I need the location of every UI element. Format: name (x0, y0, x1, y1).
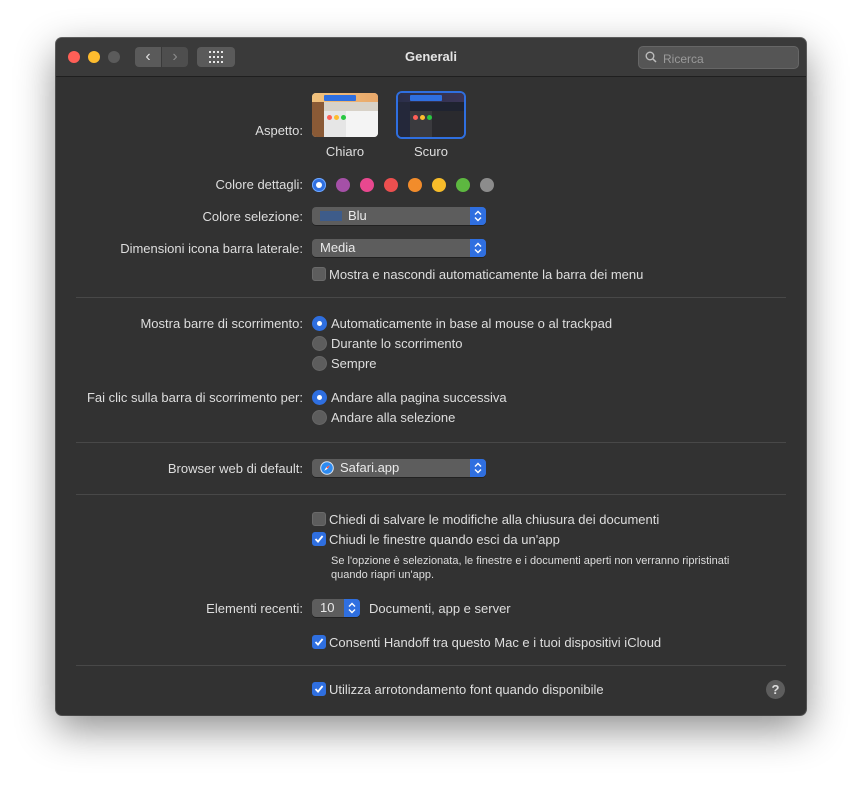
handoff-checkbox[interactable] (312, 635, 326, 649)
accent-selected-dot (316, 182, 322, 188)
sidebar-icon-size-popup[interactable]: Media (312, 239, 486, 257)
handoff-label: Consenti Handoff tra questo Mac e i tuoi… (329, 635, 662, 650)
click-scroll-next-page-label: Andare alla pagina successiva (331, 390, 507, 405)
accent-color-swatch[interactable] (480, 178, 494, 192)
recent-items-popup[interactable]: 10 (312, 599, 360, 617)
scroll-bars-always-radio[interactable] (312, 356, 327, 371)
separator (76, 494, 786, 495)
separator (76, 442, 786, 443)
default-browser-label: Browser web di default: (167, 461, 303, 476)
appearance-dark-thumbnail[interactable] (398, 93, 464, 137)
accent-color-swatch[interactable] (456, 178, 470, 192)
ask-save-checkbox[interactable] (312, 512, 326, 526)
auto-hide-menu-checkbox[interactable] (312, 267, 326, 281)
default-browser-value: Safari.app (340, 460, 400, 475)
highlight-color-popup[interactable]: Blu (312, 207, 486, 225)
recent-items-value: 10 (320, 600, 335, 615)
close-windows-checkbox[interactable] (312, 532, 326, 546)
font-smoothing-label: Utilizza arrotondamento font quando disp… (329, 682, 604, 697)
sidebar-icon-size-label: Dimensioni icona barra laterale: (120, 241, 303, 256)
system-preferences-window: ‹ › Generali Aspetto: (56, 38, 806, 715)
search-icon (645, 51, 657, 63)
appearance-light-thumbnail[interactable] (312, 93, 378, 137)
ask-save-label: Chiedi di salvare le modifiche alla chiu… (329, 512, 660, 527)
click-scroll-spot-radio[interactable] (312, 410, 327, 425)
accent-color-swatch[interactable] (408, 178, 422, 192)
popup-arrows-icon (470, 207, 486, 225)
accent-color-swatch[interactable] (384, 178, 398, 192)
default-browser-popup[interactable]: Safari.app (312, 459, 486, 477)
appearance-label: Aspetto: (255, 123, 303, 138)
checkmark-icon (314, 638, 324, 646)
search-field[interactable] (638, 46, 799, 69)
recent-items-label: Elementi recenti: (206, 601, 303, 616)
close-windows-label: Chiudi le finestre quando esci da un'app (329, 532, 560, 547)
search-input[interactable] (661, 49, 795, 68)
scroll-bars-label: Mostra barre di scorrimento: (140, 316, 303, 331)
separator (76, 665, 786, 666)
titlebar: ‹ › Generali (56, 38, 806, 77)
close-windows-note-line1: Se l'opzione è selezionata, le finestre … (331, 555, 730, 567)
appearance-dark-label: Scuro (414, 144, 448, 159)
popup-arrows-icon (470, 459, 486, 477)
click-scroll-label: Fai clic sulla barra di scorrimento per: (86, 390, 303, 405)
highlight-color-swatch (320, 211, 342, 221)
font-smoothing-checkbox[interactable] (312, 682, 326, 696)
sidebar-icon-size-value: Media (320, 240, 356, 255)
scroll-bars-automatic-radio[interactable] (312, 316, 327, 331)
checkmark-icon (314, 685, 324, 693)
scroll-bars-scrolling-radio[interactable] (312, 336, 327, 351)
scroll-bars-always-label: Sempre (331, 356, 377, 371)
recent-items-suffix: Documenti, app e server (369, 601, 511, 616)
accent-color-swatch[interactable] (336, 178, 350, 192)
accent-color-label: Colore dettagli: (215, 177, 303, 192)
accent-color-swatch[interactable] (432, 178, 446, 192)
safari-icon (320, 461, 334, 480)
checkmark-icon (314, 535, 324, 543)
highlight-color-value: Blu (348, 208, 367, 223)
popup-arrows-icon (470, 239, 486, 257)
click-scroll-next-page-radio[interactable] (312, 390, 327, 405)
accent-color-swatch[interactable] (360, 178, 374, 192)
auto-hide-menu-label: Mostra e nascondi automaticamente la bar… (329, 267, 644, 282)
help-button[interactable]: ? (766, 680, 785, 699)
accent-color-swatch[interactable] (312, 178, 326, 192)
scroll-bars-automatic-label: Automaticamente in base al mouse o al tr… (331, 316, 613, 331)
separator (76, 297, 786, 298)
scroll-bars-scrolling-label: Durante lo scorrimento (331, 336, 463, 351)
click-scroll-spot-label: Andare alla selezione (331, 410, 456, 425)
close-windows-note-line2: quando riapri un'app. (331, 569, 435, 581)
appearance-light-label: Chiaro (325, 144, 365, 159)
highlight-color-label: Colore selezione: (202, 209, 303, 224)
popup-arrows-icon (344, 599, 360, 617)
close-windows-note: Se l'opzione è selezionata, le finestre … (331, 554, 729, 582)
